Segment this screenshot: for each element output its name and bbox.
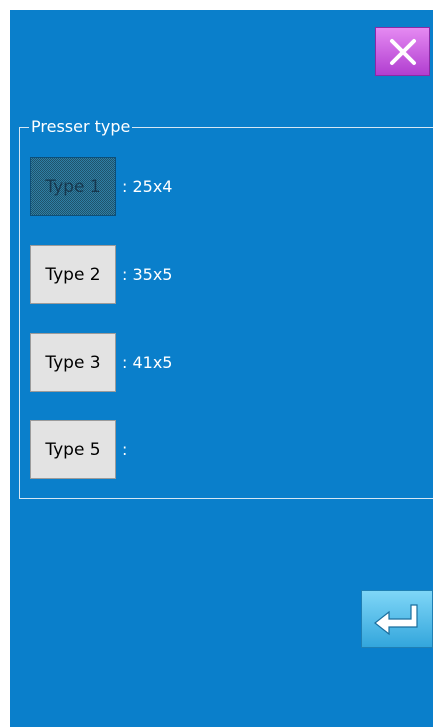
type-1-value: : 25x4 — [122, 177, 173, 196]
type-5-value: : — [122, 440, 128, 459]
type-5-button[interactable]: Type 5 — [30, 420, 116, 479]
presser-type-title: Presser type — [29, 117, 133, 137]
enter-button[interactable] — [361, 590, 433, 648]
close-icon — [389, 38, 416, 65]
type-3-value: : 41x5 — [122, 353, 173, 372]
type-3-button[interactable]: Type 3 — [30, 333, 116, 392]
type-2-value: : 35x5 — [122, 265, 173, 284]
enter-return-icon — [374, 604, 418, 636]
type-1-button[interactable]: Type 1 — [30, 157, 116, 216]
type-2-button[interactable]: Type 2 — [30, 245, 116, 304]
close-button[interactable] — [375, 27, 430, 76]
